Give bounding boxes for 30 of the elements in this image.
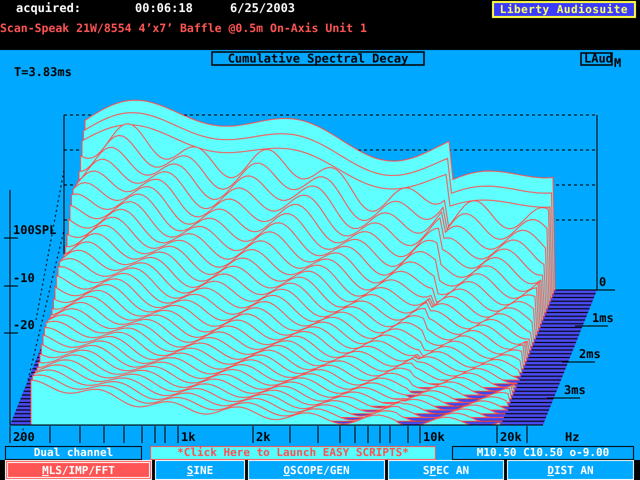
- frequency-label: 1k: [181, 430, 196, 444]
- logo-badge: LAud: [580, 52, 613, 66]
- channel-mode: Dual channel: [5, 446, 142, 460]
- time-label: 2ms: [579, 347, 601, 361]
- time-label: 3ms: [564, 383, 586, 397]
- time-label: 0: [599, 275, 606, 289]
- logo-suffix: M: [614, 56, 622, 70]
- level-label: -10: [13, 271, 35, 285]
- mode-tab[interactable]: DIST AN: [507, 460, 634, 480]
- measurement-title: Scan-Speak 21W/8554 4’x7’ Baffle @0.5m On-Axis Unit 1: [0, 21, 367, 35]
- level-label: -20: [13, 318, 35, 332]
- level-label: 100SPL: [13, 223, 56, 237]
- scripts-link[interactable]: *Click Here to Launch EASY SCRIPTS*: [150, 446, 436, 460]
- frequency-label: 200: [13, 430, 35, 444]
- acquired-date: 6/25/2003: [230, 1, 296, 17]
- time-readout: T=3.83ms: [14, 65, 72, 79]
- mode-tab[interactable]: SPEC AN: [388, 460, 504, 480]
- mode-tab[interactable]: MLS/IMP/FFT: [5, 460, 152, 480]
- app-badge: Liberty Audiosuite: [492, 1, 636, 18]
- mode-tab[interactable]: OSCOPE/GEN: [248, 460, 385, 480]
- marker-readout: M10.50 C10.50 o-9.00: [452, 446, 634, 460]
- frequency-label: 2k: [256, 430, 270, 444]
- acquired-label: acquired:: [16, 1, 82, 17]
- plot-title: Cumulative Spectral Decay: [211, 51, 425, 66]
- frequency-label: 10k: [423, 430, 445, 444]
- acquired-time: 00:06:18: [135, 1, 194, 17]
- frequency-label: 20k: [500, 430, 522, 444]
- frequency-unit: Hz: [565, 430, 580, 444]
- time-label: 1ms: [592, 311, 614, 325]
- mode-tab[interactable]: SINE: [155, 460, 245, 480]
